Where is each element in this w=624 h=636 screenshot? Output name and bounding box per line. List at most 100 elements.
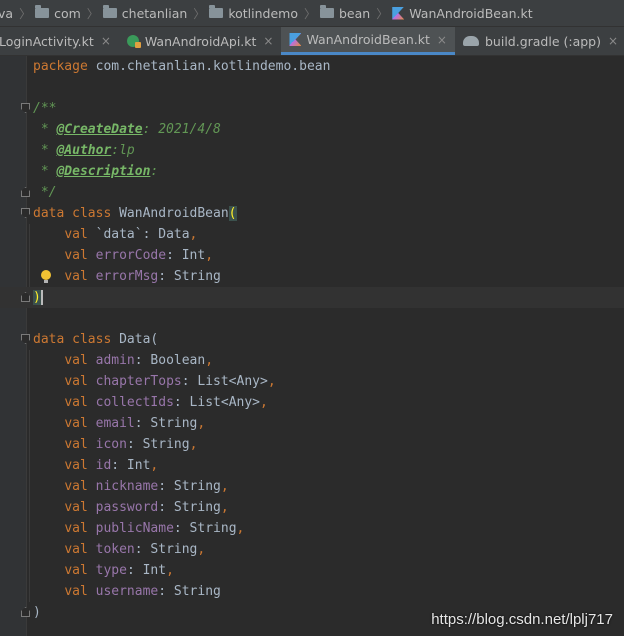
code-line[interactable]: * @CreateDate: 2021/4/8 xyxy=(0,119,624,140)
fold-start-icon[interactable] xyxy=(21,103,30,113)
code-text: val type: Int, xyxy=(33,560,174,581)
code-line[interactable]: val email: String, xyxy=(0,413,624,434)
code-token: , xyxy=(267,374,276,389)
code-line[interactable]: val admin: Boolean, xyxy=(0,350,624,371)
fold-start-icon[interactable] xyxy=(21,334,30,344)
code-token: val xyxy=(64,248,96,263)
code-token: * xyxy=(33,164,57,179)
code-text: ) xyxy=(33,287,43,308)
code-token: id xyxy=(95,458,112,473)
code-token: : Int xyxy=(111,458,151,473)
lightbulb-icon[interactable] xyxy=(41,270,51,283)
folder-icon xyxy=(320,5,334,18)
close-icon[interactable]: × xyxy=(263,34,273,48)
code-token: , xyxy=(260,395,268,410)
breadcrumb-item[interactable]: kotlindemo 〉 xyxy=(209,5,322,22)
breadcrumb-item[interactable]: chetanlian 〉 xyxy=(102,5,212,22)
fold-start-icon[interactable] xyxy=(21,208,30,218)
code-token: , xyxy=(197,416,206,431)
code-token: val xyxy=(64,416,96,431)
code-token: , xyxy=(197,542,206,557)
code-token: val xyxy=(64,584,96,599)
code-line[interactable] xyxy=(0,77,624,98)
kotlin-interface-icon xyxy=(126,35,141,48)
code-line[interactable]: val password: String, xyxy=(0,497,624,518)
tab-3[interactable]: WanAndroidBean.kt × xyxy=(281,27,455,55)
editor-tab-bar: LoginActivity.kt × WanAndroidApi.kt × WanAnd… xyxy=(0,27,624,56)
code-token: * xyxy=(33,122,57,137)
code-line[interactable]: */ xyxy=(0,182,624,203)
code-token: errorMsg xyxy=(95,269,159,284)
code-line[interactable]: * @Author:lp xyxy=(0,140,624,161)
code-line[interactable]: val publicName: String, xyxy=(0,518,624,539)
tab-4[interactable]: build.gradle (:app) × xyxy=(455,27,624,55)
fold-end-icon[interactable] xyxy=(21,607,30,617)
code-line[interactable]: /** xyxy=(0,98,624,119)
code-line[interactable]: val username: String xyxy=(0,581,624,602)
tab-2[interactable]: WanAndroidApi.kt × xyxy=(119,27,282,55)
breadcrumb: va 〉 com 〉 chetanlian 〉 kotlindemo 〉 bean 〉 WanAnd… xyxy=(0,0,624,27)
code-token: errorCode xyxy=(95,248,167,263)
tab-label: build.gradle (:app) xyxy=(484,33,601,49)
folder-icon xyxy=(102,5,117,18)
code-line[interactable]: data class Data( xyxy=(0,329,624,350)
code-line[interactable]: * @Description: xyxy=(0,161,624,182)
chevron-right-icon: 〉 xyxy=(376,6,389,21)
breadcrumb-label: kotlindemo xyxy=(228,5,298,21)
breadcrumb-item[interactable]: bean 〉 xyxy=(320,5,394,22)
breadcrumb-item[interactable]: va 〉 xyxy=(0,5,37,22)
code-token: : String xyxy=(126,437,190,452)
close-icon[interactable]: × xyxy=(101,34,111,48)
code-text: * @Author:lp xyxy=(33,140,135,161)
chevron-right-icon: 〉 xyxy=(193,6,206,21)
code-line[interactable] xyxy=(0,308,624,329)
code-token: token xyxy=(95,542,135,557)
code-token: , xyxy=(220,500,229,515)
code-token: , xyxy=(205,353,214,368)
code-line[interactable]: val type: Int, xyxy=(0,560,624,581)
code-text: ) xyxy=(33,602,41,623)
code-line[interactable]: val icon: String, xyxy=(0,434,624,455)
chevron-right-icon: 〉 xyxy=(303,6,316,21)
code-text: val collectIds: List<Any>, xyxy=(33,392,268,413)
fold-end-icon[interactable] xyxy=(21,187,30,197)
code-line[interactable]: val token: String, xyxy=(0,539,624,560)
code-line[interactable]: val collectIds: List<Any>, xyxy=(0,392,624,413)
breadcrumb-item[interactable]: WanAndroidBean.kt xyxy=(392,6,533,21)
code-line[interactable]: val nickname: String, xyxy=(0,476,624,497)
code-text: * @CreateDate: 2021/4/8 xyxy=(33,119,221,140)
breadcrumb-item[interactable]: com 〉 xyxy=(35,5,105,22)
close-icon[interactable]: × xyxy=(608,34,618,48)
code-text: val admin: Boolean, xyxy=(33,350,213,371)
fold-end-icon[interactable] xyxy=(21,292,30,302)
code-editor[interactable]: package com.chetanlian.kotlindemo.bean /*… xyxy=(0,56,624,636)
code-text: * @Description: xyxy=(33,161,158,182)
code-line[interactable]: ) xyxy=(0,287,624,308)
code-line[interactable]: val errorCode: Int, xyxy=(0,245,624,266)
code-token: , xyxy=(166,563,174,578)
code-text: val username: String xyxy=(33,581,221,602)
code-token: nickname xyxy=(95,479,159,494)
code-line[interactable]: data class WanAndroidBean( xyxy=(0,203,624,224)
code-text: val `data`: Data, xyxy=(33,224,197,245)
code-token: , xyxy=(189,227,198,242)
code-token: @Author xyxy=(56,143,112,158)
code-line[interactable]: val errorMsg: String xyxy=(0,266,624,287)
code-line[interactable]: package com.chetanlian.kotlindemo.bean xyxy=(0,56,624,77)
code-token: password xyxy=(95,500,159,515)
code-token: Data( xyxy=(119,332,159,347)
code-line[interactable]: val `data`: Data, xyxy=(0,224,624,245)
code-token: @CreateDate xyxy=(56,122,143,137)
close-icon[interactable]: × xyxy=(437,33,447,47)
kotlin-file-icon xyxy=(289,33,302,46)
code-line[interactable]: val id: Int, xyxy=(0,455,624,476)
code-line[interactable]: val chapterTops: List<Any>, xyxy=(0,371,624,392)
tab-1[interactable]: LoginActivity.kt × xyxy=(0,27,119,55)
